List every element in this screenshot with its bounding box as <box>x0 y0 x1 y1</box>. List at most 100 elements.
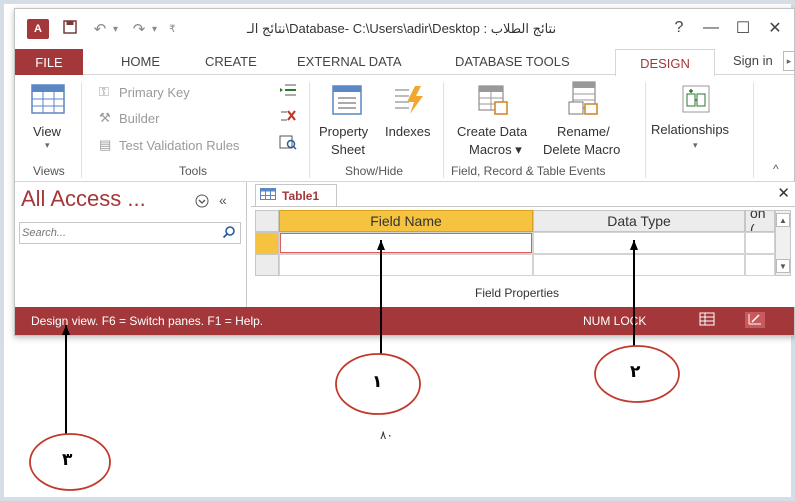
redo-icon[interactable]: ↷ <box>130 20 148 38</box>
indexes-icon[interactable] <box>393 84 427 121</box>
property-sheet-button[interactable]: Property <box>319 124 368 139</box>
grid-corner <box>255 210 279 232</box>
access-logo-icon: A <box>27 19 49 39</box>
tab-home[interactable]: HOME <box>121 54 160 69</box>
column-header-field-name[interactable]: Field Name <box>279 210 533 232</box>
tab-external-data[interactable]: EXTERNAL DATA <box>297 54 402 69</box>
view-icon[interactable] <box>31 84 65 119</box>
num-lock-indicator: NUM LOCK <box>583 314 647 328</box>
row-selector[interactable] <box>255 254 279 276</box>
design-view-icon[interactable] <box>745 312 765 328</box>
tools-group-label: Tools <box>179 164 208 178</box>
showhide-group-label: Show/Hide <box>345 164 404 178</box>
page-number: ٨٠ <box>380 428 393 442</box>
search-icon[interactable] <box>220 225 238 241</box>
nav-search-box <box>19 222 241 244</box>
property-sheet-button-line2[interactable]: Sheet <box>331 142 365 157</box>
description-cell[interactable] <box>745 254 775 276</box>
document-area: Table1 ✕ Field Name Data Type on ( ▲ ▼ F <box>251 182 795 307</box>
field-properties-label: Field Properties <box>475 286 560 300</box>
ribbon: View ▾ Views ⚿ Primary Key ⚒ Builder ▤ T… <box>15 76 794 182</box>
data-type-cell[interactable] <box>533 232 745 254</box>
nav-pane-title[interactable]: All Access ... <box>21 186 146 212</box>
scroll-down-arrow-icon[interactable]: ▼ <box>776 259 790 273</box>
row-selector-active[interactable] <box>255 232 279 254</box>
nav-menu-chevron-icon[interactable] <box>195 194 209 211</box>
modify-lookups-icon[interactable] <box>279 134 297 155</box>
view-button[interactable]: View <box>33 124 61 139</box>
access-window: A ↶ ▾ ↷ ▾ ₹ نتائج الـ\Database- C:\Users… <box>14 8 795 336</box>
description-cell[interactable] <box>745 232 775 254</box>
close-document-icon[interactable]: ✕ <box>777 184 790 202</box>
test-validation-icon[interactable]: ▤ <box>99 137 111 153</box>
document-tab-table1[interactable]: Table1 <box>255 184 337 206</box>
vertical-scrollbar[interactable]: ▲ ▼ <box>775 210 791 276</box>
field-name-input[interactable] <box>280 233 532 253</box>
tab-strip-line <box>251 206 795 207</box>
nav-search-input[interactable] <box>22 225 212 241</box>
window-title: نتائج الـ\Database- C:\Users\adir\Deskto… <box>247 21 557 36</box>
field-name-cell[interactable] <box>279 232 533 254</box>
insert-rows-icon[interactable] <box>279 82 297 103</box>
save-icon[interactable] <box>61 20 79 38</box>
builder-button[interactable]: Builder <box>119 111 159 126</box>
create-data-macros-button-line2[interactable]: Macros ▾ <box>469 142 522 158</box>
delete-rows-icon[interactable] <box>279 108 297 129</box>
test-validation-button[interactable]: Test Validation Rules <box>119 138 239 153</box>
data-type-cell[interactable] <box>533 254 745 276</box>
events-group-label: Field, Record & Table Events <box>451 164 606 178</box>
ribbon-tabs: FILE HOME CREATE EXTERNAL DATA DATABASE … <box>15 49 795 76</box>
primary-key-button[interactable]: Primary Key <box>119 85 190 100</box>
callout-1-label: ١ <box>372 372 383 392</box>
separator <box>443 82 444 178</box>
scroll-up-arrow-icon[interactable]: ▲ <box>776 213 790 227</box>
view-dropdown-icon[interactable]: ▾ <box>45 140 50 151</box>
status-text: Design view. F6 = Switch panes. F1 = Hel… <box>31 314 264 328</box>
tab-database-tools[interactable]: DATABASE TOOLS <box>455 54 570 69</box>
rename-delete-macro-button-line2[interactable]: Delete Macro <box>543 142 620 157</box>
status-bar: Design view. F6 = Switch panes. F1 = Hel… <box>15 307 794 335</box>
datasheet-view-icon[interactable] <box>697 312 717 328</box>
close-button[interactable]: ✕ <box>763 17 787 39</box>
relationships-dropdown-icon[interactable]: ▾ <box>693 140 698 151</box>
tab-create[interactable]: CREATE <box>205 54 257 69</box>
column-header-data-type[interactable]: Data Type <box>533 210 745 232</box>
minimize-button[interactable]: — <box>699 17 723 39</box>
title-bar: A ↶ ▾ ↷ ▾ ₹ نتائج الـ\Database- C:\Users… <box>15 9 794 49</box>
shutter-bar-collapse-icon[interactable]: « <box>219 192 227 208</box>
views-group-label: Views <box>33 164 65 178</box>
table-icon <box>260 187 276 205</box>
create-data-macros-button[interactable]: Create Data <box>457 124 527 139</box>
field-design-grid: Field Name Data Type on ( ▲ ▼ <box>255 210 791 280</box>
document-tab-label: Table1 <box>282 188 320 203</box>
create-data-macros-icon[interactable] <box>477 84 509 121</box>
tab-design[interactable]: DESIGN <box>615 49 715 76</box>
navigation-pane: All Access ... « <box>15 182 247 307</box>
builder-icon[interactable]: ⚒ <box>99 110 111 126</box>
separator <box>753 82 754 178</box>
undo-dropdown-icon[interactable]: ▾ <box>113 24 118 35</box>
rename-delete-macro-button[interactable]: Rename/ <box>557 124 610 139</box>
relationships-button[interactable]: Relationships <box>651 122 729 137</box>
ribbon-scroll-arrow-icon[interactable]: ▸ <box>783 51 795 71</box>
indexes-button[interactable]: Indexes <box>385 124 431 139</box>
maximize-button[interactable]: ☐ <box>731 17 755 39</box>
relationships-icon[interactable] <box>681 84 711 119</box>
separator <box>81 82 82 178</box>
column-header-description[interactable]: on ( <box>745 210 775 232</box>
separator <box>309 82 310 178</box>
sign-in-link[interactable]: Sign in <box>733 53 773 68</box>
help-button[interactable]: ? <box>667 17 691 39</box>
tab-file[interactable]: FILE <box>15 49 83 75</box>
callout-2-label: ٢ <box>630 362 641 382</box>
field-name-cell[interactable] <box>279 254 533 276</box>
primary-key-icon[interactable]: ⚿ <box>99 84 109 100</box>
customize-qat-icon[interactable]: ₹ <box>169 24 175 35</box>
redo-dropdown-icon[interactable]: ▾ <box>152 24 157 35</box>
rename-delete-macro-icon[interactable] <box>567 80 601 121</box>
undo-icon[interactable]: ↶ <box>91 20 109 38</box>
callout-3-label: ٣ <box>62 450 73 470</box>
property-sheet-icon[interactable] <box>331 84 363 121</box>
collapse-ribbon-icon[interactable]: ^ <box>773 162 779 176</box>
separator <box>645 82 646 178</box>
